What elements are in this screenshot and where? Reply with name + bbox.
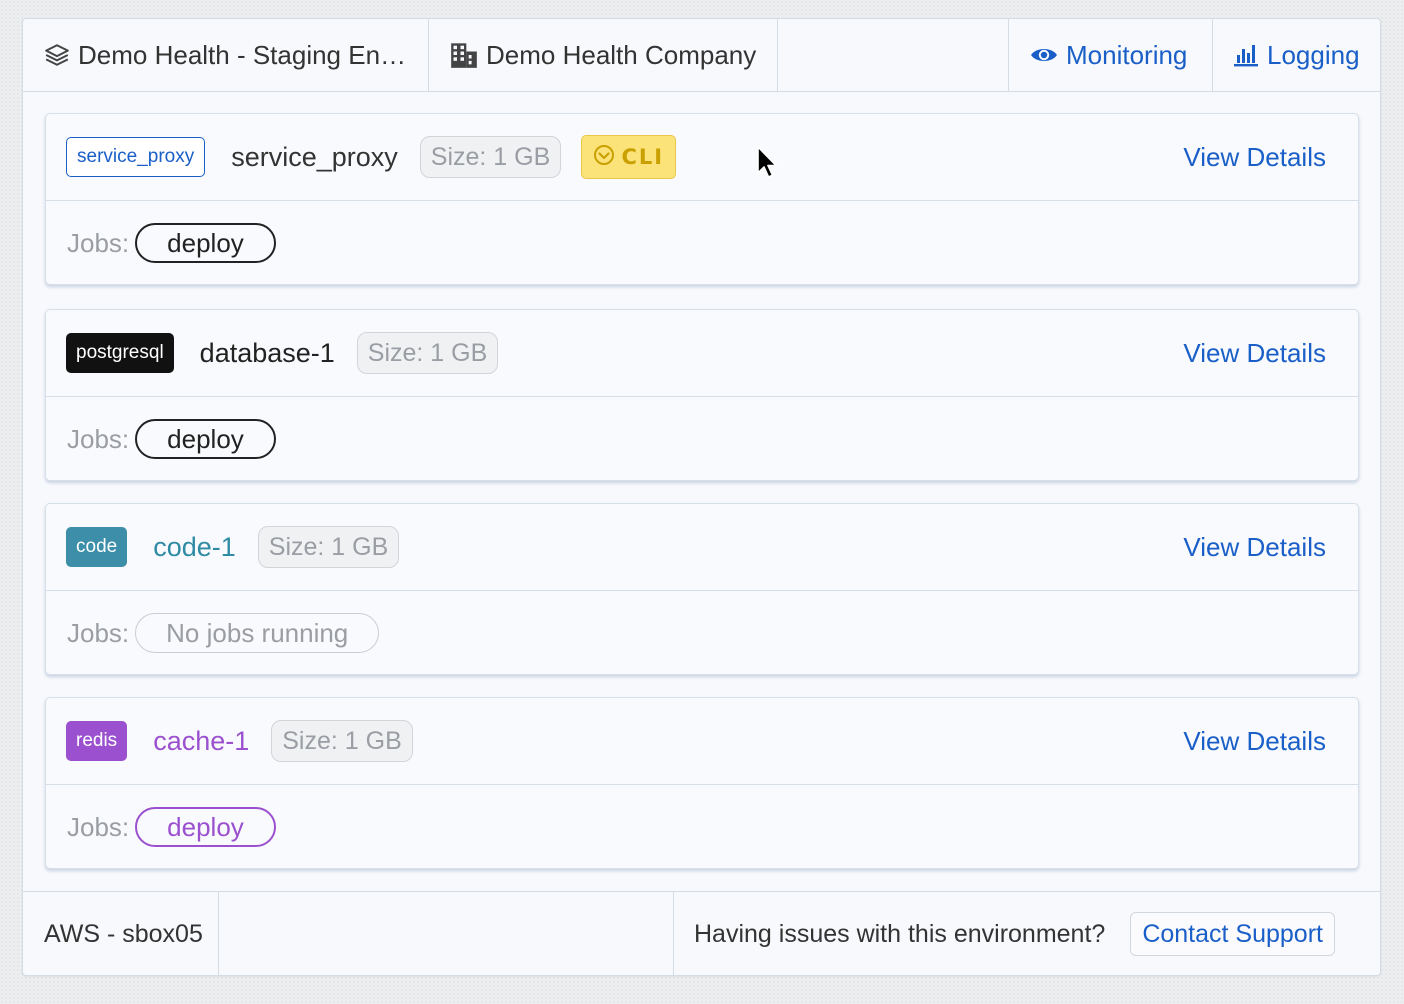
jobs-label: Jobs:: [67, 617, 130, 648]
check-circle-icon: [593, 144, 615, 171]
service-card-code: code code-1 Size: 1 GB View Details Jobs…: [45, 503, 1359, 675]
view-details-link[interactable]: View Details: [1183, 114, 1326, 201]
job-pill[interactable]: deploy: [135, 223, 276, 263]
service-card-jobs: Jobs: deploy: [46, 201, 1358, 285]
service-type-badge: redis: [66, 721, 128, 761]
service-type-badge: service_proxy: [66, 137, 206, 177]
service-type-badge: code: [66, 527, 128, 567]
service-card-jobs: Jobs: deploy: [46, 785, 1358, 869]
service-name[interactable]: cache-1: [153, 726, 249, 757]
mouse-cursor-icon: [757, 146, 777, 178]
bar-chart-icon: [1233, 43, 1259, 67]
support-section: Having issues with this environment? Con…: [674, 892, 1380, 976]
monitoring-label: Monitoring: [1066, 39, 1188, 70]
view-details-link[interactable]: View Details: [1183, 310, 1326, 397]
eye-icon: [1030, 44, 1058, 66]
size-pill: Size: 1 GB: [271, 720, 413, 762]
service-card-database: postgresql database-1 Size: 1 GB View De…: [45, 309, 1359, 481]
company-name[interactable]: Demo Health Company: [429, 19, 778, 91]
service-card-service-proxy: service_proxy service_proxy Size: 1 GB C…: [45, 113, 1359, 285]
jobs-label: Jobs:: [67, 423, 130, 454]
cloud-region: AWS - sbox05: [23, 892, 219, 976]
size-pill: Size: 1 GB: [257, 526, 400, 568]
environment-header: Demo Health - Staging En… Demo Health Co…: [23, 19, 1380, 92]
no-jobs-pill: No jobs running: [135, 613, 380, 653]
jobs-label: Jobs:: [67, 811, 130, 842]
environment-name[interactable]: Demo Health - Staging En…: [23, 19, 429, 91]
service-type-badge: postgresql: [66, 333, 174, 373]
service-name[interactable]: code-1: [153, 532, 236, 563]
service-card-jobs: Jobs: No jobs running: [46, 591, 1358, 675]
service-card-header: redis cache-1 Size: 1 GB View Details: [46, 698, 1358, 785]
service-card-header: code code-1 Size: 1 GB View Details: [46, 504, 1358, 591]
cli-badge: CLI: [581, 135, 677, 179]
service-card-jobs: Jobs: deploy: [46, 397, 1358, 481]
job-pill[interactable]: deploy: [135, 419, 276, 459]
service-card-header: postgresql database-1 Size: 1 GB View De…: [46, 310, 1358, 397]
environment-name-label: Demo Health - Staging En…: [78, 39, 407, 70]
size-pill: Size: 1 GB: [419, 136, 562, 178]
jobs-label: Jobs:: [67, 227, 130, 258]
view-details-link[interactable]: View Details: [1183, 698, 1326, 785]
service-card-header: service_proxy service_proxy Size: 1 GB C…: [46, 114, 1358, 201]
job-pill[interactable]: deploy: [135, 807, 276, 847]
logging-link[interactable]: Logging: [1213, 19, 1380, 91]
layers-icon: [44, 42, 70, 68]
size-pill: Size: 1 GB: [356, 332, 499, 374]
cli-badge-label: CLI: [621, 145, 665, 169]
issues-text: Having issues with this environment?: [694, 919, 1106, 948]
monitoring-link[interactable]: Monitoring: [1009, 19, 1213, 91]
building-icon: [450, 41, 478, 69]
service-name: service_proxy: [231, 141, 398, 172]
service-card-redis: redis cache-1 Size: 1 GB View Details Jo…: [45, 697, 1359, 869]
header-spacer: [778, 19, 1009, 91]
environment-footer: AWS - sbox05 Having issues with this env…: [23, 891, 1380, 976]
contact-support-button[interactable]: Contact Support: [1130, 912, 1335, 956]
company-name-label: Demo Health Company: [486, 39, 757, 70]
view-details-link[interactable]: View Details: [1183, 504, 1326, 591]
footer-spacer: [219, 892, 674, 976]
logging-label: Logging: [1267, 39, 1360, 70]
environment-panel: Demo Health - Staging En… Demo Health Co…: [22, 18, 1381, 976]
service-name: database-1: [199, 337, 335, 368]
